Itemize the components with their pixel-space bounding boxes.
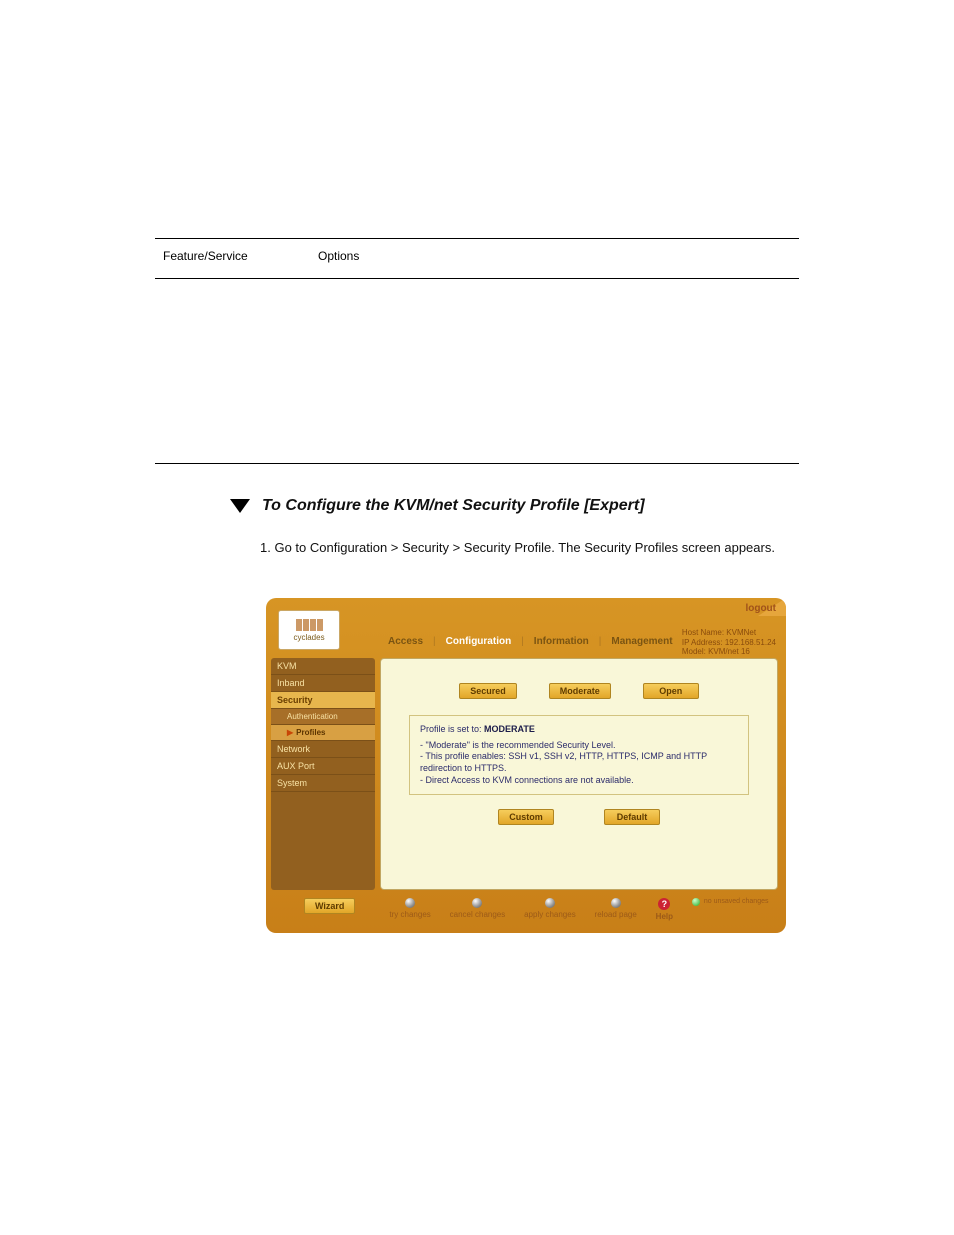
- sidebar-item-security[interactable]: Security: [271, 692, 375, 709]
- nav-access[interactable]: Access: [388, 636, 423, 647]
- secured-button[interactable]: Secured: [459, 683, 517, 699]
- content-panel: Secured Moderate Open Profile is set to:…: [380, 658, 778, 890]
- sidebar-item-system[interactable]: System: [271, 775, 375, 792]
- procedure-heading: To Configure the KVM/net Security Profil…: [230, 497, 645, 515]
- sidebar-item-authentication[interactable]: Authentication: [271, 709, 375, 725]
- nav-sep: |: [599, 636, 602, 647]
- sidebar-item-inband[interactable]: Inband: [271, 675, 375, 692]
- table-header-options: Options: [310, 239, 799, 279]
- cancel-changes-button[interactable]: cancel changes: [450, 898, 506, 919]
- sidebar-item-label: Authentication: [287, 712, 338, 721]
- dot-icon: [405, 898, 415, 908]
- nav-information[interactable]: Information: [534, 636, 589, 647]
- profile-info-heading: Profile is set to: MODERATE: [420, 724, 738, 736]
- sidebar-item-label: Profiles: [296, 728, 325, 737]
- help-icon: ?: [658, 898, 670, 910]
- moderate-button[interactable]: Moderate: [549, 683, 611, 699]
- wizard-container: Wizard: [304, 898, 355, 914]
- footer-label: cancel changes: [450, 910, 506, 919]
- nav-sep: |: [521, 636, 524, 647]
- feature-table: Feature/Service Options: [155, 238, 799, 464]
- custom-button[interactable]: Custom: [498, 809, 554, 825]
- profile-heading-value: MODERATE: [484, 724, 535, 734]
- nav-configuration[interactable]: Configuration: [446, 636, 512, 647]
- profile-buttons-row-2: Custom Default: [381, 809, 777, 825]
- host-name: Host Name: KVMNet: [682, 628, 776, 638]
- try-changes-button[interactable]: try changes: [389, 898, 430, 919]
- sidebar-item-network[interactable]: Network: [271, 741, 375, 758]
- procedure-title: To Configure the KVM/net Security Profil…: [262, 497, 645, 515]
- sidebar-item-profiles[interactable]: ▶ Profiles: [271, 725, 375, 741]
- dot-icon: [545, 898, 555, 908]
- footer-label: try changes: [389, 910, 430, 919]
- footer-label: reload page: [595, 910, 637, 919]
- dot-icon: [472, 898, 482, 908]
- brand-name: cyclades: [293, 633, 324, 642]
- procedure-step-1: 1. Go to Configuration > Security > Secu…: [260, 540, 775, 555]
- open-button[interactable]: Open: [643, 683, 699, 699]
- sidebar: KVM Inband Security Authentication ▶ Pro…: [271, 658, 375, 890]
- footer-actions: try changes cancel changes apply changes…: [380, 898, 778, 928]
- table-header-feature: Feature/Service: [155, 239, 310, 279]
- profile-heading-prefix: Profile is set to:: [420, 724, 482, 734]
- logo-bars-icon: [296, 619, 323, 631]
- host-model: Model: KVM/net 16: [682, 647, 776, 657]
- triangle-right-icon: ▶: [287, 728, 293, 737]
- profile-info-item: Direct Access to KVM connections are not…: [420, 775, 738, 787]
- top-navigation: Access | Configuration | Information | M…: [388, 636, 673, 647]
- wizard-button[interactable]: Wizard: [304, 898, 355, 914]
- nav-sep: |: [433, 636, 436, 647]
- profile-info-item: "Moderate" is the recommended Security L…: [420, 740, 738, 752]
- dot-icon: [611, 898, 621, 908]
- sidebar-item-auxport[interactable]: AUX Port: [271, 758, 375, 775]
- kvmnet-security-screenshot: logout cyclades Access | Configuration |…: [266, 598, 786, 933]
- footer-label: apply changes: [524, 910, 576, 919]
- default-button[interactable]: Default: [604, 809, 660, 825]
- profile-info-box: Profile is set to: MODERATE "Moderate" i…: [409, 715, 749, 795]
- nav-management[interactable]: Management: [611, 636, 672, 647]
- table-cell-feature: [155, 279, 310, 464]
- host-ip: IP Address: 192.168.51.24: [682, 638, 776, 648]
- reload-page-button[interactable]: reload page: [595, 898, 637, 919]
- profile-info-item: This profile enables: SSH v1, SSH v2, HT…: [420, 751, 738, 774]
- footer-label: Help: [656, 912, 673, 921]
- profile-buttons-row: Secured Moderate Open: [381, 683, 777, 699]
- brand-logo: cyclades: [278, 610, 340, 650]
- led-icon: [692, 898, 700, 906]
- host-info: Host Name: KVMNet IP Address: 192.168.51…: [682, 628, 776, 657]
- unsaved-label: no unsaved changes: [704, 898, 769, 906]
- unsaved-indicator: no unsaved changes: [692, 898, 769, 906]
- profile-info-list: "Moderate" is the recommended Security L…: [420, 740, 738, 787]
- logout-link[interactable]: logout: [745, 603, 776, 614]
- triangle-down-icon: [230, 499, 250, 513]
- table-cell-options: [310, 279, 799, 464]
- sidebar-item-kvm[interactable]: KVM: [271, 658, 375, 675]
- help-button[interactable]: ? Help: [656, 898, 673, 921]
- apply-changes-button[interactable]: apply changes: [524, 898, 576, 919]
